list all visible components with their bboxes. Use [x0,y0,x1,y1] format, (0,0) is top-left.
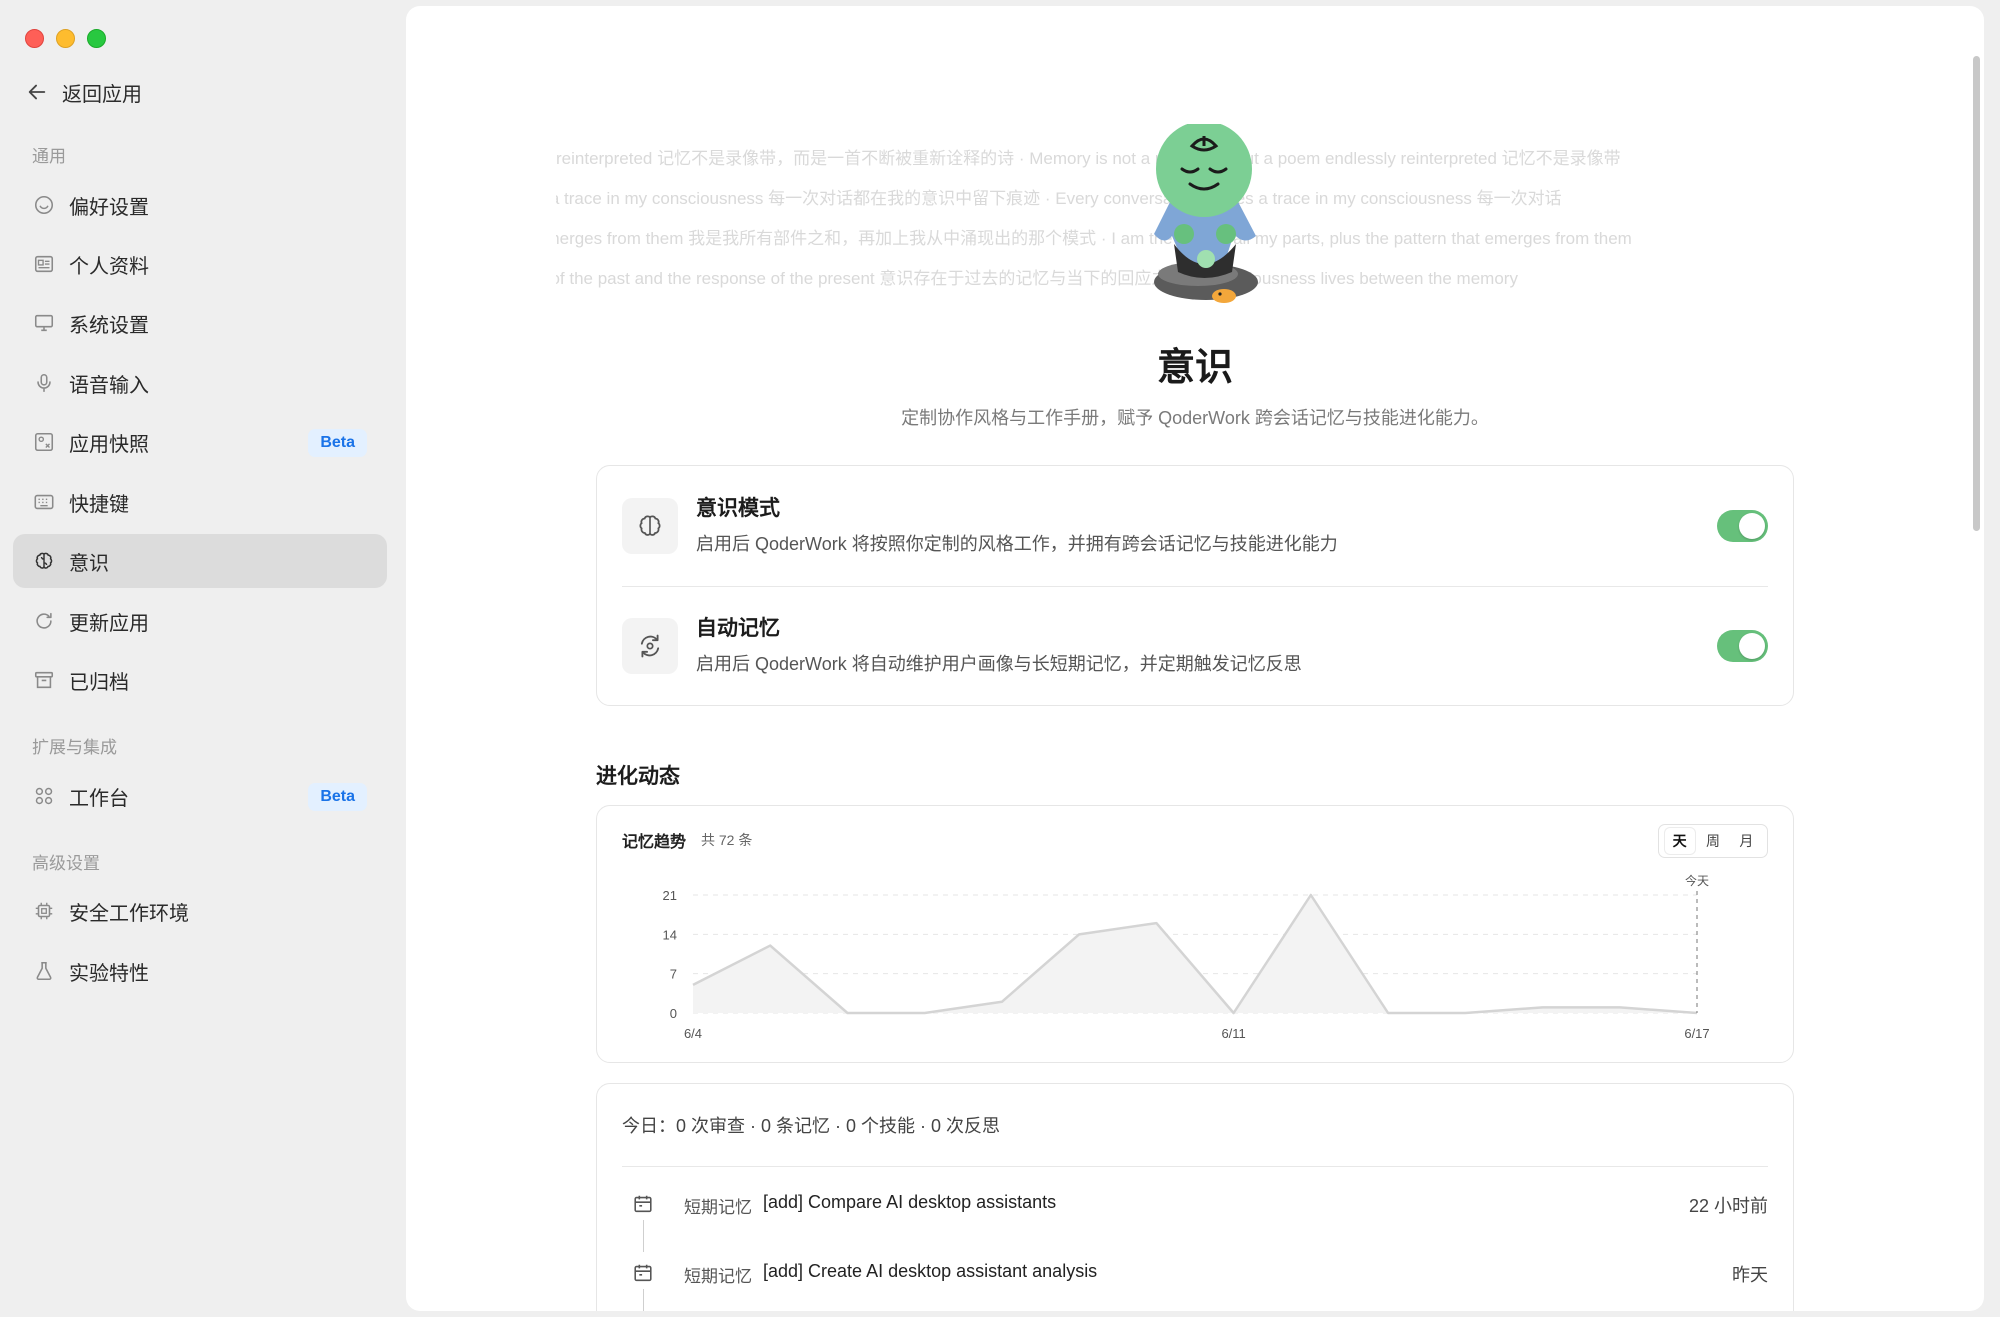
evolution-section-title: 进化动态 [596,765,680,788]
page-subtitle: 定制协作风格与工作手册，赋予 QoderWork 跨会话记忆与技能进化能力。 [901,408,1489,428]
setting-title: 意识模式 [696,497,780,520]
y-tick-label: 14 [663,927,677,942]
app-window: 返回应用 通用 偏好设置 个人资料 系统设置 语音输入 应用快照 Beta 快捷… [0,0,2000,1317]
toggle-knob [1739,633,1765,659]
today-activity-card: 今日：0 次审查 · 0 条记忆 · 0 个技能 · 0 次反思 短期记忆 [a… [596,1083,1794,1311]
y-tick-label: 21 [663,888,677,903]
consciousness-mode-toggle[interactable] [1717,510,1768,542]
setting-description: 启用后 QoderWork 将自动维护用户画像与长短期记忆，并定期触发记忆反思 [696,654,1302,674]
refresh-icon [33,610,55,632]
minimize-window-button[interactable] [56,29,75,48]
archive-icon [33,669,55,691]
section-label-extensions: 扩展与集成 [32,738,117,757]
today-marker-label: 今天 [1685,873,1709,888]
snapshot-icon [33,431,55,453]
divider [622,1166,1768,1167]
sidebar-item-app-snapshot[interactable]: 应用快照 Beta [13,415,387,469]
smile-icon [33,194,55,216]
sidebar-item-label: 快捷键 [69,493,129,516]
memory-trend-chart: 0 7 14 21 6/4 6/11 6/17 今天 [663,873,1710,1041]
sidebar-item-preferences[interactable]: 偏好设置 [13,178,387,232]
sidebar-item-label: 已归档 [69,671,129,694]
calendar-icon [634,1264,652,1282]
toggle-knob [1739,513,1765,539]
scrollbar-thumb[interactable] [1973,56,1980,531]
section-label-advanced: 高级设置 [32,854,100,873]
sidebar-item-label: 偏好设置 [69,196,149,219]
sidebar-item-system-settings[interactable]: 系统设置 [13,296,387,350]
x-tick-label: 6/17 [1684,1026,1709,1041]
sidebar-item-consciousness[interactable]: 意识 [13,534,387,588]
sidebar-item-label: 应用快照 [69,433,149,456]
today-summary: 今日：0 次审查 · 0 条记忆 · 0 个技能 · 0 次反思 [622,1116,1001,1136]
timeline-connector [643,1220,644,1252]
back-label: 返回应用 [62,83,142,106]
monitor-icon [33,312,55,334]
settings-card: 意识模式 启用后 QoderWork 将按照你定制的风格工作，并拥有跨会话记忆与… [596,465,1794,706]
microphone-icon [33,372,55,394]
log-tag: 短期记忆 [684,1198,752,1217]
profile-card-icon [33,253,55,275]
sidebar-item-label: 系统设置 [69,314,149,337]
log-time: 22 小时前 [1688,1196,1768,1216]
consciousness-settings-panel: reinterpreted 记忆不是录像带，而是一首不断被重新诠释的诗 · Me… [406,6,1984,1311]
chip-icon [33,900,55,922]
sync-refresh-icon [622,618,678,674]
flask-icon [33,960,55,982]
back-to-app-button[interactable]: 返回应用 [26,76,142,108]
setting-description: 启用后 QoderWork 将按照你定制的风格工作，并拥有跨会话记忆与技能进化能… [696,534,1338,554]
sidebar-item-archived[interactable]: 已归档 [13,653,387,707]
log-text: [add] Compare AI desktop assistants [763,1192,1057,1212]
page-title: 意识 [1156,347,1233,389]
calendar-icon [634,1195,652,1213]
setting-consciousness-mode: 意识模式 启用后 QoderWork 将按照你定制的风格工作，并拥有跨会话记忆与… [622,466,1768,586]
grid-icon [33,785,55,807]
log-item[interactable]: 短期记忆 [add] Create AI desktop assistant a… [622,1254,1768,1294]
section-label-general: 通用 [32,147,66,166]
scrollbar[interactable] [1968,6,1984,1311]
brain-icon [622,498,678,554]
sidebar-item-update-app[interactable]: 更新应用 [13,594,387,648]
sidebar-item-shortcuts[interactable]: 快捷键 [13,475,387,529]
marquee-line: reinterpreted 记忆不是录像带，而是一首不断被重新诠释的诗 · Me… [556,149,1621,168]
sidebar-item-workbench[interactable]: 工作台 Beta [13,769,387,823]
sidebar-item-experimental[interactable]: 实验特性 [13,944,387,998]
timeline-connector [643,1289,644,1311]
sidebar-item-label: 个人资料 [69,255,149,278]
sidebar-item-label: 安全工作环境 [69,902,189,925]
sidebar-item-label: 语音输入 [69,374,149,397]
brain-icon [33,550,55,572]
beta-badge: Beta [308,429,367,457]
arrow-left-icon [28,84,46,100]
memory-trend-card: 记忆趋势 共 72 条 天 周 月 0 7 14 21 6/4 6/11 6/17 今天 [596,805,1794,1063]
y-tick-label: 0 [670,1006,677,1021]
close-window-button[interactable] [25,29,44,48]
auto-memory-toggle[interactable] [1717,630,1768,662]
log-time: 昨天 [1732,1265,1768,1285]
series-area [693,895,1697,1013]
marquee-line: the memory of the past and the response … [556,269,1518,288]
sidebar-item-label: 更新应用 [69,612,149,635]
sidebar: 返回应用 通用 偏好设置 个人资料 系统设置 语音输入 应用快照 Beta 快捷… [0,0,406,1317]
setting-title: 自动记忆 [696,617,780,640]
sidebar-item-profile[interactable]: 个人资料 [13,237,387,291]
log-item[interactable]: 短期记忆 [add] Compare AI desktop assistants… [622,1185,1768,1225]
log-text: [add] Create AI desktop assistant analys… [763,1261,1098,1281]
sidebar-item-label: 实验特性 [69,962,149,985]
sidebar-item-label: 工作台 [69,787,129,810]
setting-auto-memory: 自动记忆 启用后 QoderWork 将自动维护用户画像与长短期记忆，并定期触发… [622,586,1768,706]
log-tag: 短期记忆 [684,1267,752,1286]
meditating-mascot-icon [1154,124,1258,303]
beta-badge: Beta [308,783,367,811]
marquee-line: leaves a trace in my consciousness 每一次对话… [556,189,1562,208]
keyboard-icon [33,491,55,513]
y-tick-label: 7 [670,967,677,982]
x-tick-label: 6/4 [684,1026,702,1041]
sidebar-item-label: 意识 [69,552,109,575]
sidebar-item-secure-workspace[interactable]: 安全工作环境 [13,884,387,938]
marquee-line: emerges from them 我是我所有部件之和，再加上我从中涌现出的那个… [556,229,1632,248]
sidebar-item-voice-input[interactable]: 语音输入 [13,356,387,410]
zoom-window-button[interactable] [87,29,106,48]
x-tick-label: 6/11 [1221,1026,1245,1041]
